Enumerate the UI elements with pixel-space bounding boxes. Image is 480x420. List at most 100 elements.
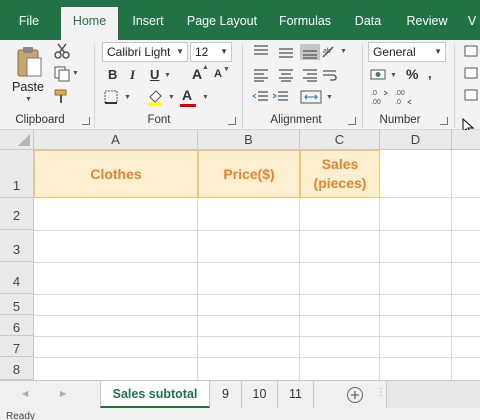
cell-b1[interactable]: Price($) — [198, 150, 300, 198]
cell-a1[interactable]: Clothes — [34, 150, 198, 198]
cell-c1-line2: (pieces) — [313, 175, 367, 191]
sheet-tab-bar: ◀ ▶ Sales subtotal 9 10 11 ⋮ — [0, 380, 480, 410]
cut-icon[interactable] — [54, 43, 70, 59]
row-header-5[interactable]: 5 — [0, 294, 34, 315]
fill-color-icon[interactable] — [146, 88, 164, 106]
row-header-7[interactable]: 7 — [0, 336, 34, 357]
paste-icon[interactable] — [14, 44, 44, 80]
cell-c1-line1: Sales — [321, 156, 359, 172]
sheet-tab-10[interactable]: 10 — [242, 381, 278, 408]
font-launcher-icon[interactable] — [228, 117, 236, 125]
accounting-dropdown-icon[interactable]: ▼ — [390, 72, 397, 79]
group-divider — [454, 44, 455, 128]
font-size-value: 12 — [195, 45, 209, 59]
increase-decimal-icon[interactable]: .0.00 — [370, 88, 390, 106]
column-header-d[interactable]: D — [380, 130, 452, 150]
chevron-down-icon: ▼ — [220, 47, 228, 56]
paste-label[interactable]: Paste — [12, 80, 44, 94]
column-header-b[interactable]: B — [198, 130, 300, 150]
row-header-3[interactable]: 3 — [0, 230, 34, 262]
number-group-label: Number — [379, 114, 421, 126]
tab-data[interactable]: Data — [348, 7, 388, 40]
column-header-a[interactable]: A — [34, 130, 198, 150]
svg-text:.0: .0 — [395, 99, 401, 106]
italic-button[interactable]: I — [130, 67, 135, 83]
svg-text:.00: .00 — [371, 99, 381, 106]
font-color-swatch — [180, 104, 196, 107]
number-format-value: General — [373, 45, 416, 59]
group-divider — [94, 44, 95, 128]
font-name-select[interactable]: Calibri Light ▼ — [102, 42, 188, 62]
horizontal-align-icons[interactable] — [252, 68, 324, 82]
wrap-text-icon[interactable] — [322, 68, 338, 82]
number-launcher-icon[interactable] — [440, 117, 448, 125]
borders-icon[interactable] — [104, 90, 118, 104]
comma-style-button[interactable]: , — [428, 66, 432, 81]
grow-font-button[interactable]: A — [192, 66, 202, 82]
font-group-label: Font — [147, 114, 171, 126]
ribbon-tab-bar: File Home Insert Page Layout Formulas Da… — [0, 0, 480, 40]
copy-dropdown-icon[interactable]: ▼ — [72, 70, 79, 77]
tab-insert[interactable]: Insert — [122, 7, 174, 40]
tab-formulas[interactable]: Formulas — [272, 7, 338, 40]
select-all-corner[interactable] — [0, 130, 34, 150]
tab-home[interactable]: Home — [61, 7, 118, 40]
status-bar: Ready — [0, 410, 480, 420]
sheet-tab-sales-subtotal[interactable]: Sales subtotal — [100, 381, 210, 408]
row-header-1[interactable]: 1 — [0, 150, 34, 198]
column-header-c[interactable]: C — [300, 130, 380, 150]
orientation-dropdown-icon[interactable]: ▼ — [340, 48, 347, 55]
number-format-select[interactable]: General ▼ — [368, 42, 446, 62]
decrease-decimal-icon[interactable]: .00.0 — [394, 88, 414, 106]
alignment-launcher-icon[interactable] — [348, 117, 356, 125]
cell-e1[interactable] — [452, 150, 480, 198]
clipboard-launcher-icon[interactable] — [82, 117, 90, 125]
tab-view-partial[interactable]: V — [464, 7, 480, 40]
tab-scroll-more-icon[interactable]: ⋮ — [376, 387, 386, 398]
indent-icons[interactable] — [252, 90, 292, 104]
new-sheet-icon[interactable] — [346, 386, 364, 404]
worksheet-grid[interactable]: A B C D 1 2 3 4 5 6 7 8 Clothes Price($)… — [0, 130, 480, 380]
sheet-tab-11[interactable]: 11 — [278, 381, 314, 408]
group-divider — [362, 44, 363, 128]
vertical-align-icons[interactable] — [252, 44, 324, 60]
fill-color-dropdown-icon[interactable]: ▼ — [168, 94, 175, 101]
row-header-2[interactable]: 2 — [0, 198, 34, 230]
chevron-down-icon: ▼ — [434, 47, 442, 56]
chevron-down-icon: ▼ — [176, 47, 184, 56]
row-header-4[interactable]: 4 — [0, 262, 34, 294]
scroll-right-icon[interactable]: ▶ — [60, 389, 66, 398]
font-color-dropdown-icon[interactable]: ▼ — [202, 94, 209, 101]
copy-icon[interactable] — [54, 66, 70, 82]
merge-center-icon[interactable] — [300, 90, 324, 104]
svg-text:ab: ab — [323, 48, 331, 55]
tab-page-layout[interactable]: Page Layout — [182, 7, 262, 40]
percent-style-button[interactable]: % — [406, 66, 418, 82]
font-color-button[interactable]: A — [182, 87, 192, 103]
cell-c1[interactable]: Sales (pieces) — [300, 150, 380, 198]
underline-dropdown-icon[interactable]: ▼ — [164, 72, 171, 79]
decrease-icon: ▼ — [223, 66, 230, 73]
paste-dropdown-icon[interactable]: ▼ — [25, 96, 32, 103]
orientation-icon[interactable]: ab — [320, 44, 340, 60]
bold-button[interactable]: B — [108, 67, 117, 82]
styles-group-icons[interactable] — [464, 44, 480, 104]
column-header-e-partial[interactable] — [452, 130, 480, 150]
row-header-6[interactable]: 6 — [0, 315, 34, 336]
row-header-8[interactable]: 8 — [0, 357, 34, 380]
tab-review[interactable]: Review — [400, 7, 454, 40]
tab-file[interactable]: File — [8, 7, 50, 40]
accounting-format-icon[interactable] — [370, 67, 388, 83]
borders-dropdown-icon[interactable]: ▼ — [124, 94, 131, 101]
sheet-tab-9[interactable]: 9 — [210, 381, 242, 408]
cell-d1[interactable] — [380, 150, 452, 198]
shrink-font-button[interactable]: A — [214, 68, 222, 80]
scroll-left-icon[interactable]: ◀ — [22, 389, 28, 398]
clipboard-group-label: Clipboard — [15, 114, 65, 126]
increase-icon: ▲ — [202, 64, 209, 71]
underline-button[interactable]: U — [150, 67, 159, 82]
format-painter-icon[interactable] — [54, 88, 70, 104]
horizontal-scrollbar[interactable] — [386, 381, 480, 408]
font-size-select[interactable]: 12 ▼ — [190, 42, 232, 62]
merge-dropdown-icon[interactable]: ▼ — [326, 94, 333, 101]
